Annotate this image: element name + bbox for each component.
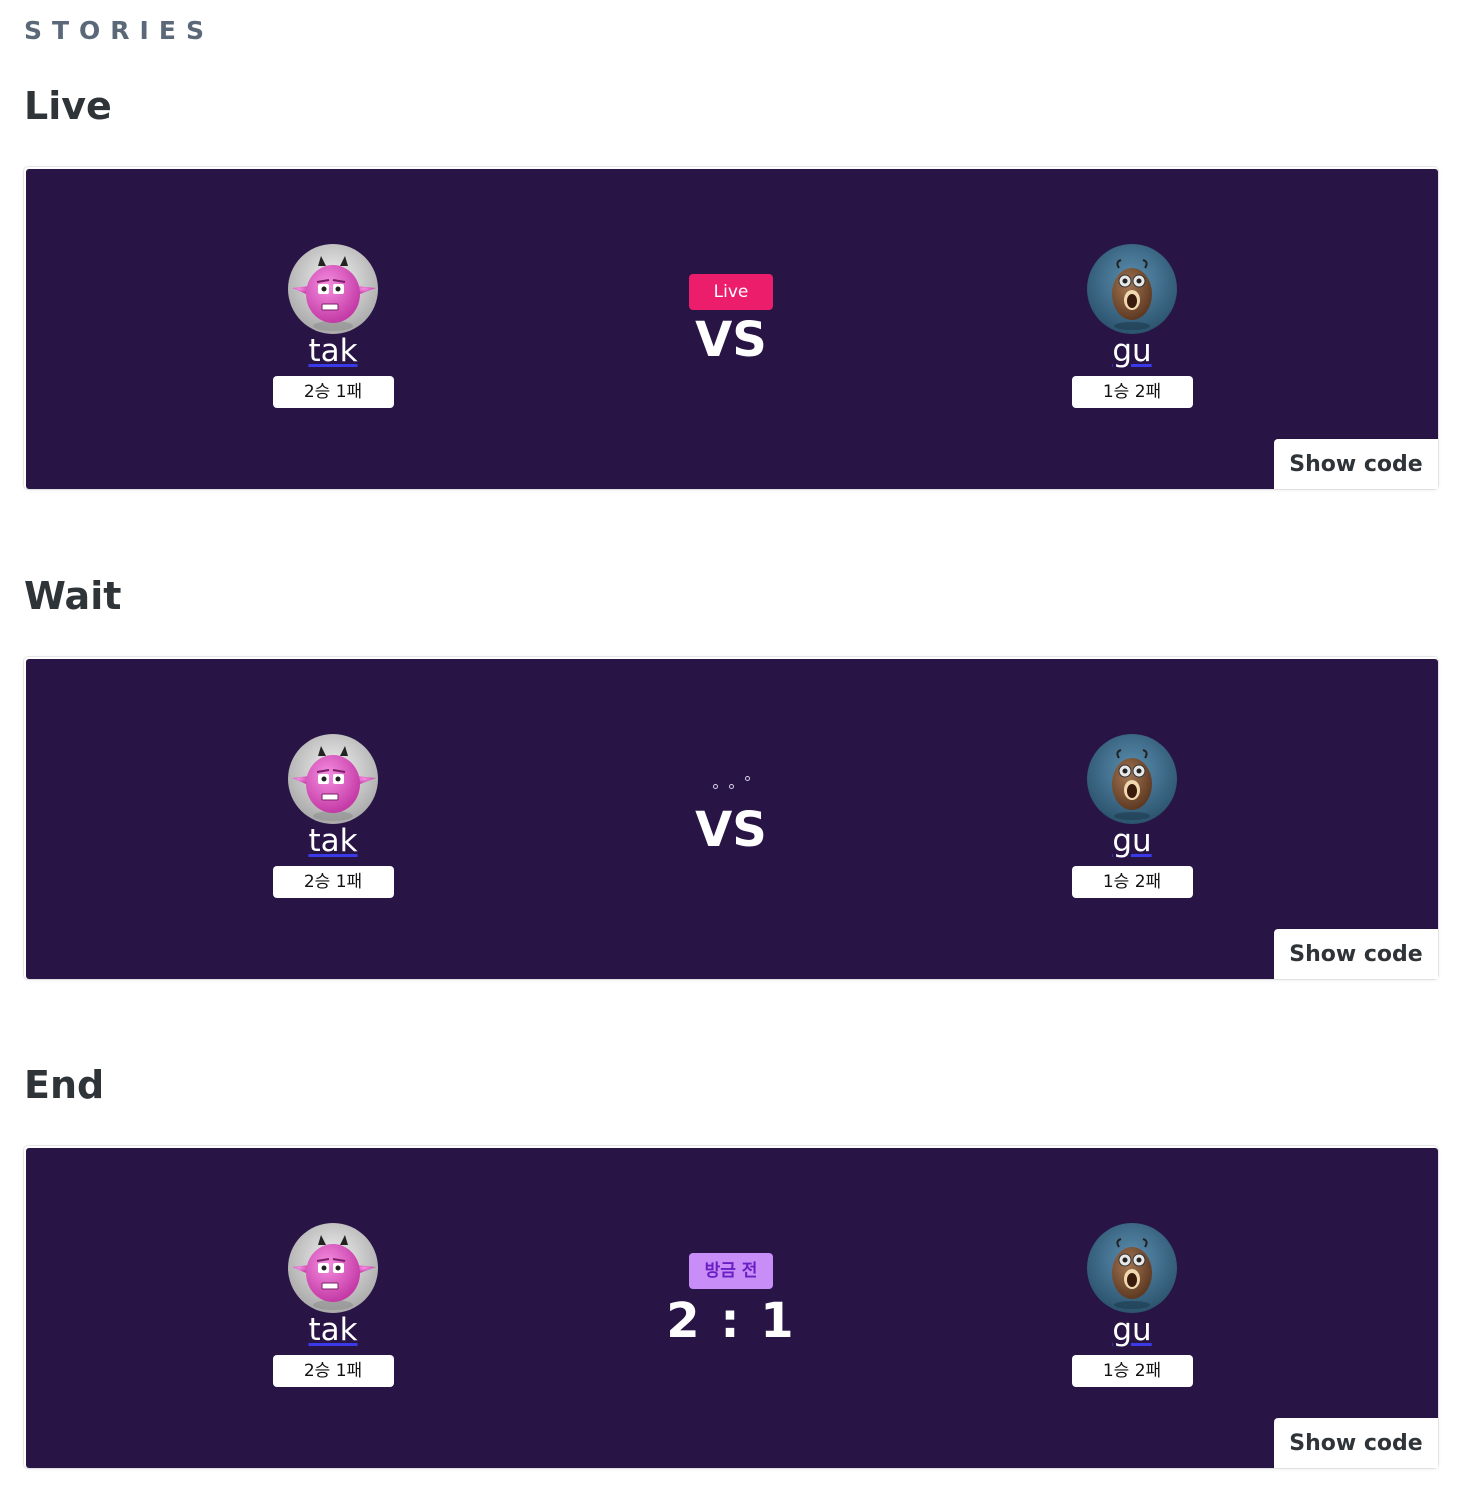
vs-label: VS [695, 312, 767, 368]
left-player: tak 2승 1패 [272, 244, 394, 408]
live-badge: Live [689, 274, 773, 310]
loading-dots-icon [626, 764, 836, 800]
right-player: gu 1승 2패 [1071, 244, 1193, 408]
left-player: tak 2승 1패 [272, 1223, 394, 1387]
pink-devil-avatar-icon [288, 244, 378, 334]
match-card: tak 2승 1패 Live VS gu 1승 2패 [26, 169, 1438, 489]
storybook-docs-page: STORIES Live tak 2승 1패 Live VS gu 1승 2패 … [0, 0, 1462, 1490]
match-card: tak 2승 1패 방금 전 2 : 1 gu 1승 2패 [26, 1148, 1438, 1468]
brown-bug-avatar-icon [1087, 1223, 1177, 1313]
story-preview-end: tak 2승 1패 방금 전 2 : 1 gu 1승 2패 Show code [24, 1146, 1438, 1468]
story-title-live: Live [24, 84, 112, 128]
left-player-record: 2승 1패 [272, 376, 394, 408]
match-status: 방금 전 2 : 1 [626, 1253, 836, 1349]
show-code-button[interactable]: Show code [1274, 439, 1438, 489]
vs-label: VS [695, 802, 767, 858]
match-status: Live VS [626, 274, 836, 368]
show-code-button[interactable]: Show code [1274, 929, 1438, 979]
story-preview-live: tak 2승 1패 Live VS gu 1승 2패 Show code [24, 167, 1438, 489]
left-player-name-link[interactable]: tak [308, 826, 357, 857]
right-player: gu 1승 2패 [1071, 734, 1193, 898]
right-player-record: 1승 2패 [1071, 376, 1193, 408]
ended-time-badge: 방금 전 [689, 1253, 773, 1289]
left-player-record: 2승 1패 [272, 1355, 394, 1387]
right-player: gu 1승 2패 [1071, 1223, 1193, 1387]
final-score: 2 : 1 [666, 1293, 796, 1349]
right-player-name-link[interactable]: gu [1112, 826, 1151, 857]
right-player-record: 1승 2패 [1071, 1355, 1193, 1387]
match-card: tak 2승 1패 VS gu 1승 2패 [26, 659, 1438, 979]
left-player-record: 2승 1패 [272, 866, 394, 898]
story-title-end: End [24, 1063, 105, 1107]
left-player-name-link[interactable]: tak [308, 1315, 357, 1346]
show-code-button[interactable]: Show code [1274, 1418, 1438, 1468]
story-preview-wait: tak 2승 1패 VS gu 1승 2패 Show code [24, 657, 1438, 979]
right-player-name-link[interactable]: gu [1112, 1315, 1151, 1346]
right-player-name-link[interactable]: gu [1112, 336, 1151, 367]
story-title-wait: Wait [24, 574, 122, 618]
stories-section-label: STORIES [24, 16, 214, 45]
pink-devil-avatar-icon [288, 734, 378, 824]
right-player-record: 1승 2패 [1071, 866, 1193, 898]
brown-bug-avatar-icon [1087, 244, 1177, 334]
match-status: VS [626, 764, 836, 858]
brown-bug-avatar-icon [1087, 734, 1177, 824]
pink-devil-avatar-icon [288, 1223, 378, 1313]
left-player: tak 2승 1패 [272, 734, 394, 898]
left-player-name-link[interactable]: tak [308, 336, 357, 367]
